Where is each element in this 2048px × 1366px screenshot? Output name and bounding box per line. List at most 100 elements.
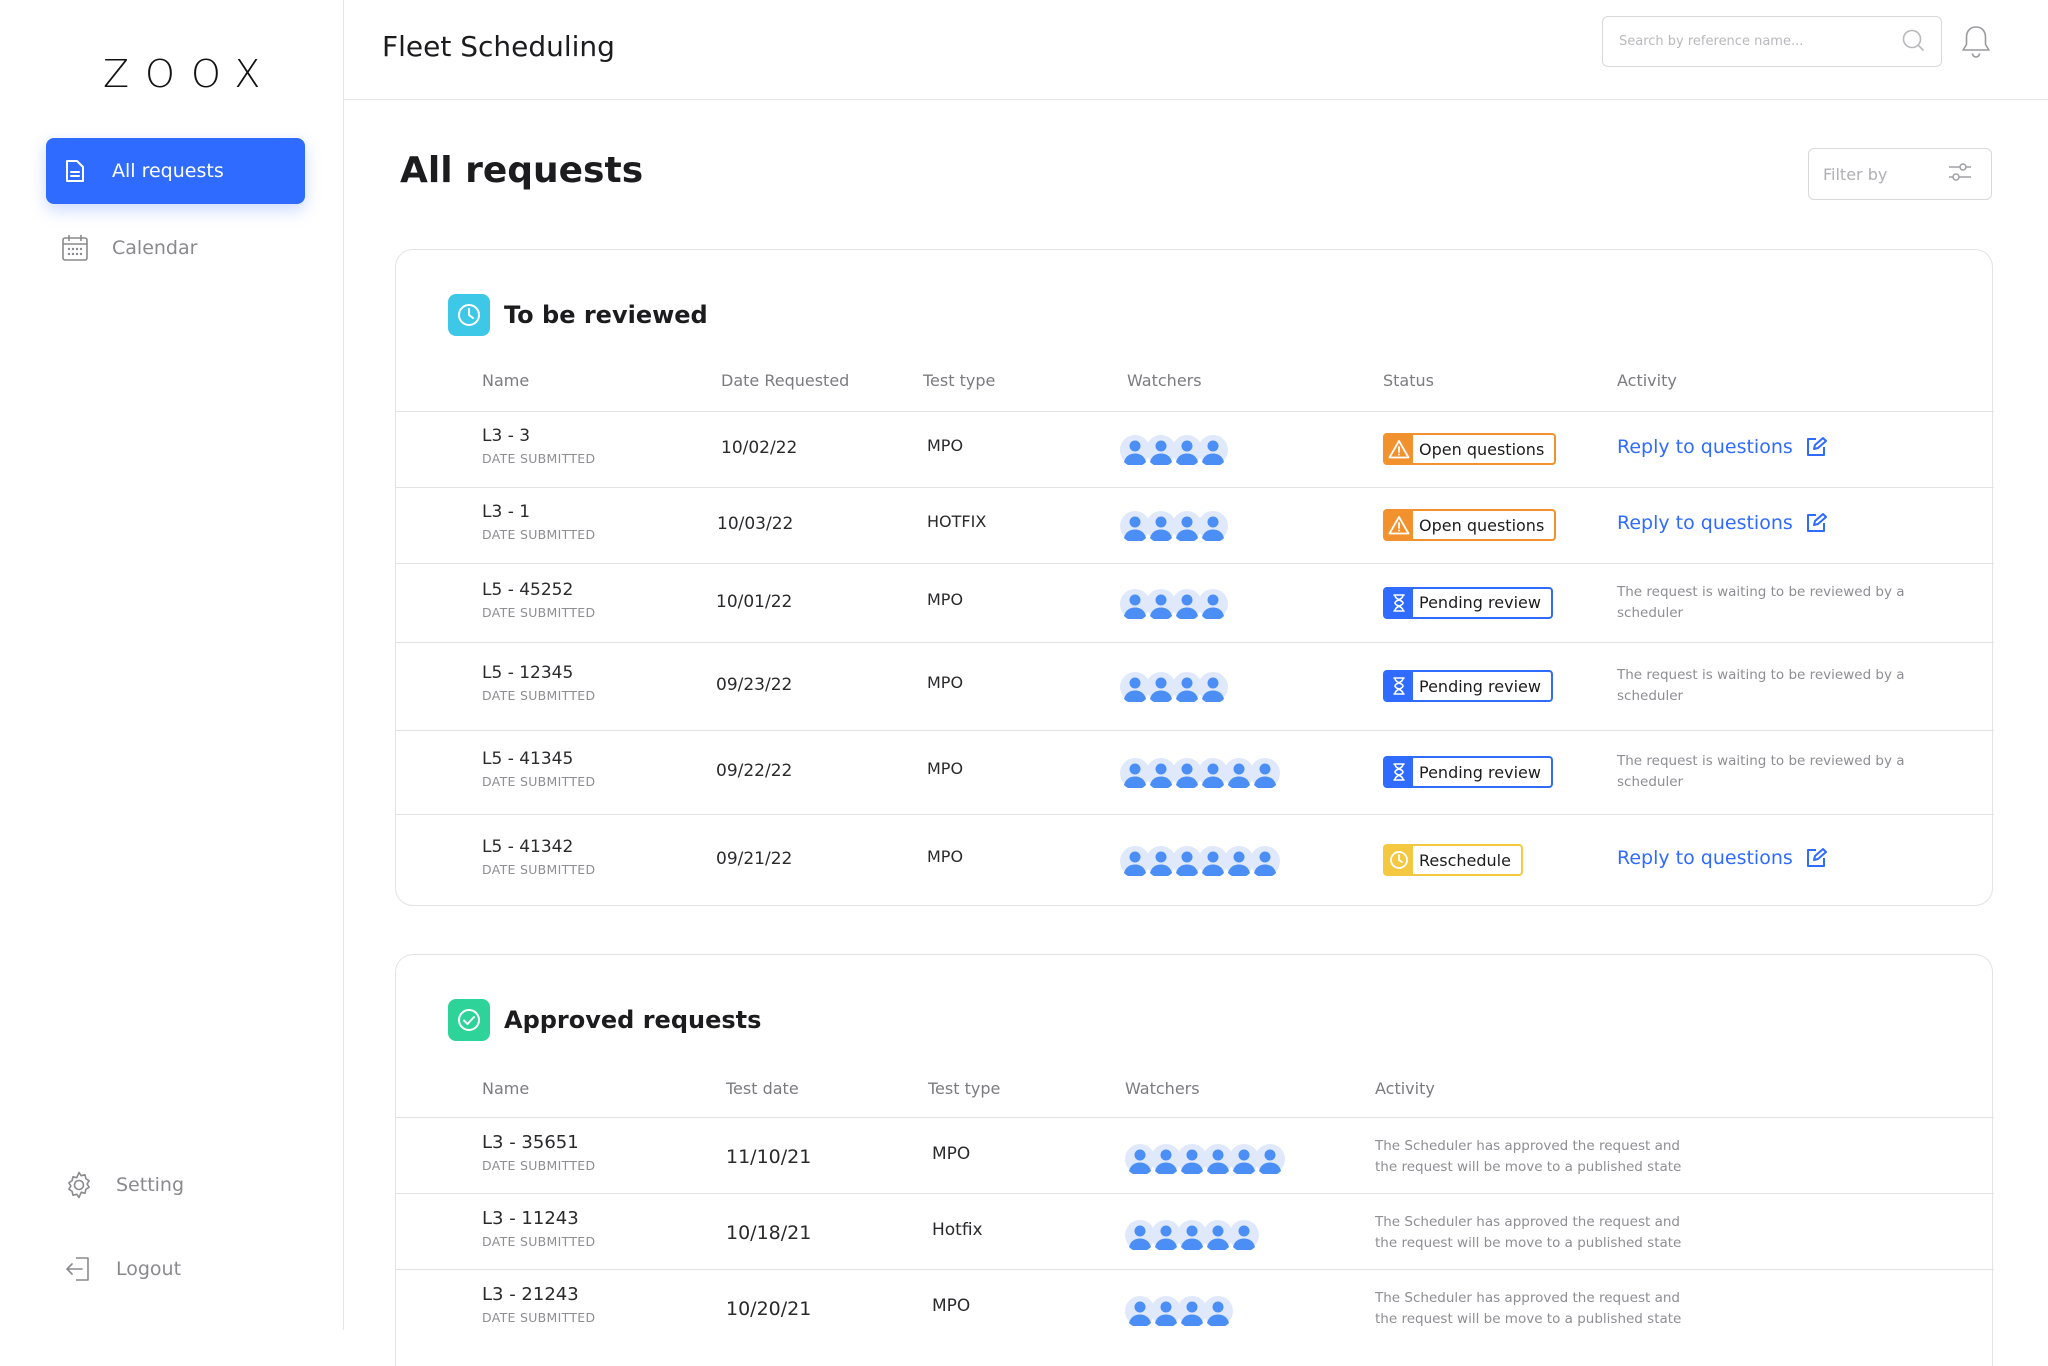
watchers-group[interactable] xyxy=(1125,1296,1233,1326)
sidebar-item-setting[interactable]: Setting xyxy=(50,1152,309,1218)
name-cell: L3 - 35651 DATE SUBMITTED xyxy=(482,1132,595,1173)
reply-to-questions-link[interactable]: Reply to questions xyxy=(1617,512,1827,534)
test-date: 10/18/21 xyxy=(726,1222,812,1244)
activity-text: The request is waiting to be reviewed by… xyxy=(1617,667,1905,704)
reply-to-questions-link[interactable]: Reply to questions xyxy=(1617,436,1827,458)
review-card-title: To be reviewed xyxy=(504,301,708,329)
name-cell: L5 - 41345 DATE SUBMITTED xyxy=(482,749,595,789)
clock-icon xyxy=(1390,851,1408,869)
column-header-activity: Activity xyxy=(1617,371,1677,390)
sliders-icon xyxy=(1947,161,1973,187)
activity-text: The request is waiting to be reviewed by… xyxy=(1617,583,1905,621)
column-header-test-type: Test type xyxy=(928,1079,1001,1098)
table-row[interactable]: L3 - 3 DATE SUBMITTED 10/02/22 MPO Open ques… xyxy=(396,411,1994,487)
watcher-avatar-icon xyxy=(1229,1220,1259,1250)
date-submitted-label: DATE SUBMITTED xyxy=(482,1310,596,1325)
status-icon-wrap xyxy=(1385,845,1413,875)
table-row[interactable]: L3 - 21243 DATE SUBMITTED 10/20/21 MPO The S… xyxy=(396,1269,1994,1345)
check-circle-icon xyxy=(448,999,490,1041)
sidebar-item-label: Setting xyxy=(116,1174,185,1196)
sidebar-item-all-requests[interactable]: All requests xyxy=(46,138,305,204)
date-submitted-label: DATE SUBMITTED xyxy=(482,451,596,466)
logout-icon xyxy=(64,1254,94,1284)
date-submitted-label: DATE SUBMITTED xyxy=(482,862,596,877)
column-header-watchers: Watchers xyxy=(1125,1079,1200,1098)
status-badge: Open questions xyxy=(1383,509,1557,541)
request-name: L5 - 41345 xyxy=(482,749,574,769)
status-icon-wrap xyxy=(1385,510,1413,540)
request-name: L5 - 12345 xyxy=(482,663,574,683)
reply-to-questions-link[interactable]: Reply to questions xyxy=(1617,847,1827,869)
edit-icon xyxy=(1806,437,1827,456)
table-row[interactable]: L3 - 1 DATE SUBMITTED 10/03/22 HOTFIX Open q… xyxy=(396,487,1994,563)
watchers-group[interactable] xyxy=(1120,758,1280,788)
clock-icon xyxy=(448,294,490,336)
test-type: MPO xyxy=(927,759,964,778)
bell-icon[interactable] xyxy=(1960,24,1994,60)
review-card: To be reviewed Name Date Requested Test … xyxy=(395,249,1994,906)
watchers-group[interactable] xyxy=(1120,511,1228,541)
status-icon-wrap xyxy=(1385,757,1413,787)
request-name: L3 - 21243 xyxy=(482,1284,579,1305)
test-date: 10/20/21 xyxy=(726,1298,812,1320)
column-header-name: Name xyxy=(482,371,530,390)
table-row[interactable]: L5 - 41342 DATE SUBMITTED 09/21/22 MPO Resch… xyxy=(396,814,1994,906)
test-type: MPO xyxy=(927,673,964,692)
sidebar-item-label: All requests xyxy=(112,160,224,182)
watchers-group[interactable] xyxy=(1125,1220,1259,1250)
name-cell: L3 - 21243 DATE SUBMITTED xyxy=(482,1284,595,1325)
hourglass-icon xyxy=(1393,763,1405,781)
test-type: MPO xyxy=(932,1144,971,1164)
watchers-group[interactable] xyxy=(1120,846,1280,876)
warning-icon xyxy=(1388,440,1410,459)
test-type: MPO xyxy=(932,1296,971,1316)
document-icon xyxy=(60,156,90,186)
request-name: L5 - 45252 xyxy=(482,579,574,600)
test-date: 11/10/21 xyxy=(726,1146,812,1168)
watcher-avatar-icon xyxy=(1198,511,1228,541)
search-input[interactable] xyxy=(1619,34,1901,49)
table-row[interactable]: L3 - 35651 DATE SUBMITTED 11/10/21 MPO The S… xyxy=(396,1117,1994,1193)
table-row[interactable]: L5 - 41345 DATE SUBMITTED 09/22/22 MPO Pendi… xyxy=(396,730,1994,814)
column-header-name: Name xyxy=(482,1079,530,1098)
watchers-group[interactable] xyxy=(1125,1144,1285,1174)
search-icon[interactable] xyxy=(1901,28,1925,56)
warning-icon xyxy=(1388,516,1410,535)
status-label: Open questions xyxy=(1419,515,1545,535)
test-type: MPO xyxy=(927,589,964,609)
test-type: MPO xyxy=(927,436,964,455)
watchers-group[interactable] xyxy=(1120,435,1228,465)
activity-text: The Scheduler has approved the request a… xyxy=(1375,1138,1682,1175)
status-label: Open questions xyxy=(1419,439,1545,459)
request-name: L3 - 1 xyxy=(482,502,531,522)
filter-label: Filter by xyxy=(1823,164,1888,184)
request-name: L5 - 41342 xyxy=(482,837,574,857)
status-badge: Reschedule xyxy=(1383,844,1523,876)
status-badge: Open questions xyxy=(1383,433,1557,465)
name-cell: L3 - 11243 DATE SUBMITTED xyxy=(482,1208,595,1249)
sidebar-item-label: Calendar xyxy=(112,237,198,259)
table-row[interactable]: L3 - 11243 DATE SUBMITTED 10/18/21 Hotfix Th… xyxy=(396,1193,1994,1269)
test-type: MPO xyxy=(927,847,964,866)
sidebar-item-logout[interactable]: Logout xyxy=(50,1236,309,1302)
search-box[interactable] xyxy=(1602,16,1942,67)
column-header-status: Status xyxy=(1383,371,1434,390)
filter-button[interactable]: Filter by xyxy=(1808,148,1992,200)
hourglass-icon xyxy=(1393,593,1405,612)
status-badge: Pending review xyxy=(1383,586,1553,619)
edit-icon xyxy=(1806,848,1827,867)
edit-icon xyxy=(1806,513,1827,532)
status-icon-wrap xyxy=(1385,434,1413,464)
approved-card: Approved requests Name Test date Test ty… xyxy=(395,954,1994,1366)
watchers-group[interactable] xyxy=(1120,672,1228,702)
activity-link-label: Reply to questions xyxy=(1617,847,1793,869)
zoox-logo: ZOOX xyxy=(103,52,277,96)
calendar-icon xyxy=(60,233,90,263)
watchers-group[interactable] xyxy=(1120,588,1228,619)
table-row[interactable]: L5 - 45252 DATE SUBMITTED 10/01/22 MPO Pendi… xyxy=(396,563,1994,642)
activity-link-label: Reply to questions xyxy=(1617,436,1793,458)
table-row[interactable]: L5 - 12345 DATE SUBMITTED 09/23/22 MPO Pendi… xyxy=(396,642,1994,730)
name-cell: L3 - 1 DATE SUBMITTED xyxy=(482,502,595,542)
column-header-date-requested: Date Requested xyxy=(721,371,850,390)
sidebar-item-calendar[interactable]: Calendar xyxy=(46,215,305,281)
